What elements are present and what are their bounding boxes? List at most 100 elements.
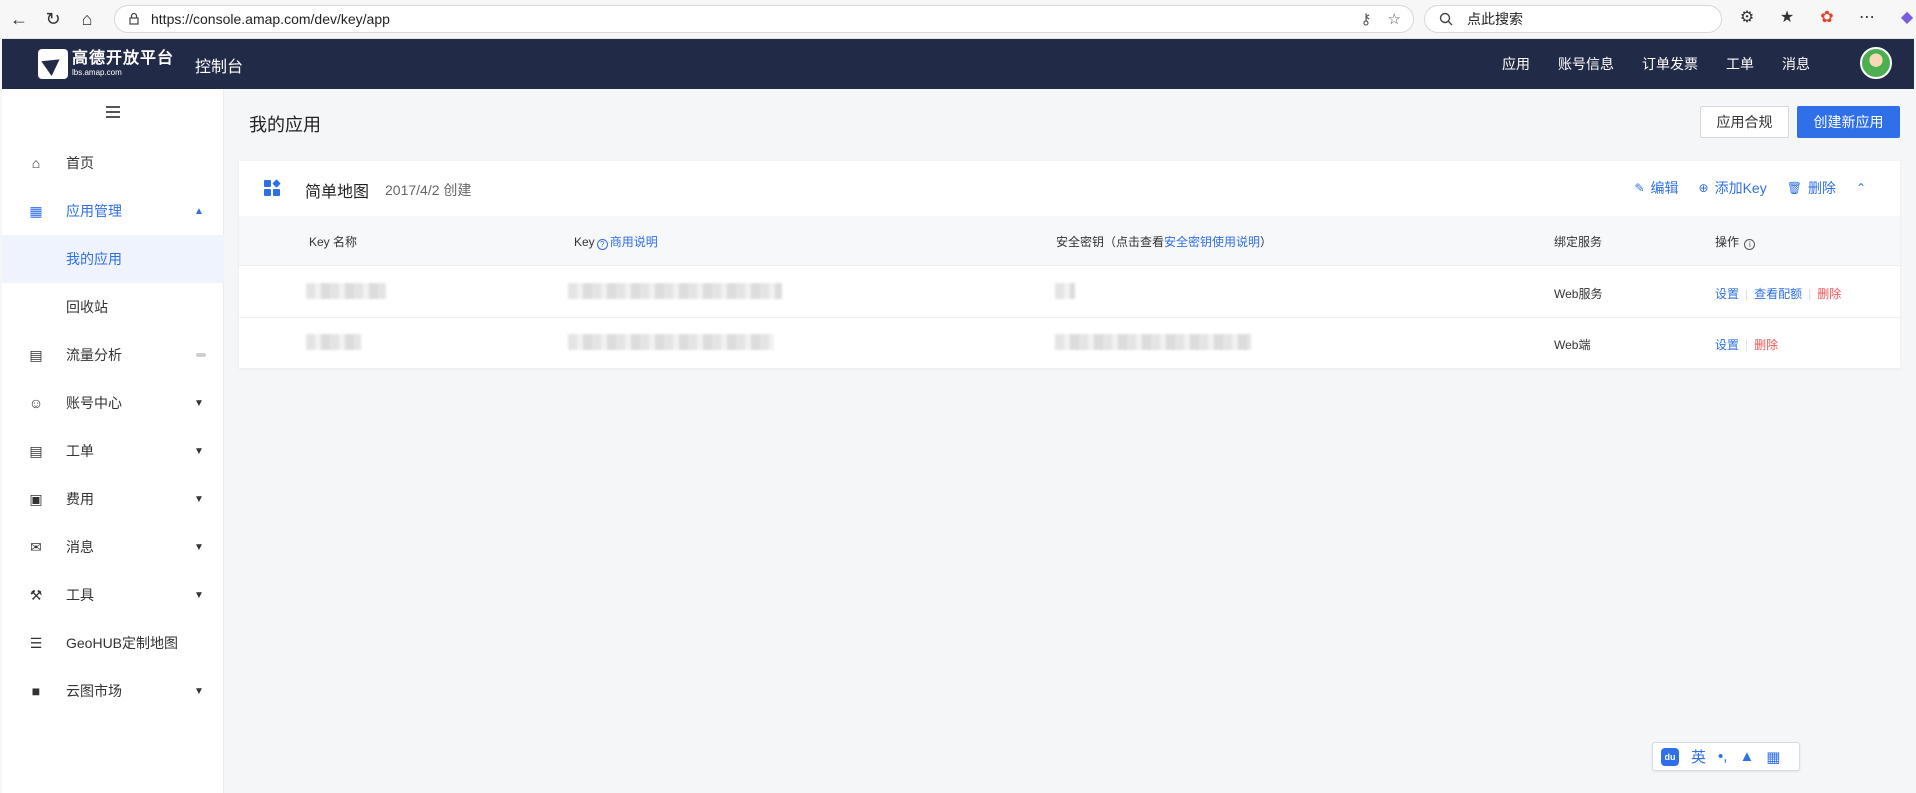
- nav-messages[interactable]: 消息: [1782, 54, 1810, 74]
- ticket-icon: ▤: [29, 442, 43, 459]
- sidebar-item-label: 账号中心: [66, 395, 122, 411]
- sidebar-item-traffic[interactable]: ▤ 流量分析: [2, 331, 224, 379]
- chart-icon: ▤: [29, 346, 43, 363]
- sidebar-item-tickets[interactable]: ▤ 工单 ▼: [2, 427, 224, 475]
- nav-invoices[interactable]: 订单发票: [1642, 54, 1698, 74]
- grid-icon: ▦: [29, 202, 43, 219]
- wrench-icon: ⚒: [29, 586, 43, 603]
- help-icon[interactable]: ?: [596, 239, 608, 250]
- ime-toolbar[interactable]: du 英 •, ▲ ▦: [1652, 742, 1800, 771]
- collapsed-indicator: [196, 353, 206, 357]
- app-compliance-button[interactable]: 应用合规: [1700, 106, 1789, 138]
- secret-usage-link[interactable]: 安全密钥使用说明: [1164, 235, 1260, 249]
- col-secret-suffix: ）: [1260, 235, 1273, 249]
- key-icon[interactable]: ⚷: [1361, 10, 1372, 28]
- delete-key-link[interactable]: 删除: [1754, 338, 1778, 352]
- sidebar-item-label: 费用: [66, 491, 94, 507]
- extension-shrimp-icon[interactable]: ✿: [1816, 6, 1838, 28]
- skin-icon[interactable]: ▲: [1739, 748, 1754, 765]
- app-card-header: 简单地图 2017/4/2 创建 ✎ 编辑 ⊕ 添加Key 🗑 删除 ⌃: [239, 161, 1900, 216]
- sidebar: ⌂ 首页 ▦ 应用管理 ▲ 我的应用 回收站 ▤ 流量分析 ☺ 账号中心 ▼ ▤…: [2, 89, 224, 793]
- chevron-up-icon[interactable]: ⌃: [1856, 181, 1866, 195]
- bound-service: Web端: [1554, 338, 1591, 352]
- row-operations: 设置 | 删除: [1715, 338, 1779, 352]
- store-icon: ■: [31, 683, 41, 699]
- chevron-down-icon: ▼: [194, 397, 204, 409]
- delete-label: 删除: [1807, 180, 1836, 196]
- table-row: Web服务 设置 | 查看配额 | 删除: [239, 267, 1900, 318]
- sidebar-item-label: 工具: [66, 587, 94, 603]
- sidebar-item-account[interactable]: ☺ 账号中心 ▼: [2, 379, 224, 427]
- app-icon: [264, 179, 281, 196]
- sidebar-item-app-management[interactable]: ▦ 应用管理 ▲: [2, 187, 224, 235]
- punctuation-icon[interactable]: •,: [1718, 748, 1727, 765]
- col-secret-label: 安全密钥（点击查看: [1056, 235, 1165, 249]
- more-icon[interactable]: ⋯: [1856, 6, 1878, 28]
- delete-key-link[interactable]: 删除: [1817, 287, 1841, 301]
- address-bar[interactable]: https://console.amap.com/dev/key/app ⚷ ☆: [114, 5, 1414, 33]
- ime-language-toggle[interactable]: 英: [1691, 746, 1706, 767]
- app-header: 高德开放平台 lbs.amap.com 控制台 应用 账号信息 订单发票 工单 …: [2, 39, 1914, 89]
- commercial-info-link[interactable]: 商用说明: [610, 235, 658, 249]
- create-app-button[interactable]: 创建新应用: [1797, 106, 1900, 138]
- view-quota-link[interactable]: 查看配额: [1754, 287, 1802, 301]
- secret-redacted[interactable]: [1055, 334, 1251, 350]
- add-key-label: 添加Key: [1714, 180, 1767, 196]
- console-title[interactable]: 控制台: [195, 53, 243, 77]
- sidebar-item-my-apps[interactable]: 我的应用: [2, 235, 224, 283]
- delete-app-button[interactable]: 🗑 删除: [1787, 178, 1836, 198]
- extensions-icon[interactable]: ⚙: [1736, 6, 1758, 28]
- sidebar-item-messages[interactable]: ✉ 消息 ▼: [2, 523, 224, 571]
- bound-service: Web服务: [1554, 287, 1603, 301]
- col-secret: 安全密钥（点击查看安全密钥使用说明）: [1056, 233, 1272, 250]
- key-value-redacted[interactable]: [568, 334, 774, 350]
- col-ops: 操作 i: [1715, 233, 1757, 250]
- message-icon: ✉: [30, 538, 42, 555]
- chevron-down-icon: ▼: [194, 445, 204, 457]
- chevron-down-icon: ▼: [194, 685, 204, 697]
- row-operations: 设置 | 查看配额 | 删除: [1715, 287, 1842, 301]
- secret-redacted[interactable]: [1055, 283, 1075, 299]
- back-icon[interactable]: ←: [2, 4, 36, 34]
- chevron-up-icon: ▲: [194, 205, 204, 217]
- home-browser-icon[interactable]: ⌂: [70, 4, 104, 34]
- home-icon: ⌂: [31, 155, 41, 171]
- sidebar-item-tools[interactable]: ⚒ 工具 ▼: [2, 571, 224, 619]
- menu-toggle-icon[interactable]: [106, 106, 120, 118]
- search-icon: [1439, 12, 1453, 26]
- edit-app-button[interactable]: ✎ 编辑: [1634, 178, 1678, 198]
- layers-icon: ☰: [29, 634, 43, 651]
- search-placeholder: 点此搜索: [1467, 11, 1523, 27]
- star-icon[interactable]: ☆: [1388, 10, 1401, 28]
- edit-icon: ✎: [1634, 181, 1645, 195]
- key-value-redacted[interactable]: [568, 283, 782, 299]
- sidebar-item-home[interactable]: ⌂ 首页: [2, 139, 224, 187]
- top-nav: 应用 账号信息 订单发票 工单 消息: [1474, 54, 1810, 74]
- browser-search-input[interactable]: 点此搜索: [1424, 5, 1722, 33]
- settings-link[interactable]: 设置: [1715, 287, 1739, 301]
- settings-link[interactable]: 设置: [1715, 338, 1739, 352]
- info-icon[interactable]: i: [1744, 239, 1756, 250]
- favorites-icon[interactable]: ★: [1776, 6, 1798, 28]
- sidebar-item-cloud-market[interactable]: ■ 云图市场 ▼: [2, 667, 224, 715]
- app-created-date: 2017/4/2 创建: [385, 182, 472, 198]
- nav-tickets[interactable]: 工单: [1726, 54, 1754, 74]
- amap-logo[interactable]: 高德开放平台 lbs.amap.com: [38, 49, 174, 79]
- sidebar-item-label: 云图市场: [66, 683, 122, 699]
- sidebar-item-fees[interactable]: ▣ 费用 ▼: [2, 475, 224, 523]
- key-name-redacted: [306, 334, 361, 350]
- sidebar-item-recycle-bin[interactable]: 回收站: [2, 283, 224, 331]
- add-key-button[interactable]: ⊕ 添加Key: [1699, 178, 1767, 198]
- sidebar-item-geohub[interactable]: ☰ GeoHUB定制地图: [2, 619, 224, 667]
- nav-account[interactable]: 账号信息: [1558, 54, 1614, 74]
- copilot-icon[interactable]: ◆: [1896, 6, 1916, 28]
- baidu-ime-icon[interactable]: du: [1661, 747, 1679, 766]
- avatar[interactable]: [1860, 47, 1892, 79]
- logo-mark-icon: [38, 49, 68, 79]
- fee-icon: ▣: [29, 490, 43, 507]
- reload-icon[interactable]: ↻: [36, 4, 70, 34]
- app-name: 简单地图: [305, 184, 370, 201]
- key-name-redacted: [306, 283, 386, 299]
- grid-menu-icon[interactable]: ▦: [1766, 748, 1780, 766]
- nav-apps[interactable]: 应用: [1502, 54, 1530, 74]
